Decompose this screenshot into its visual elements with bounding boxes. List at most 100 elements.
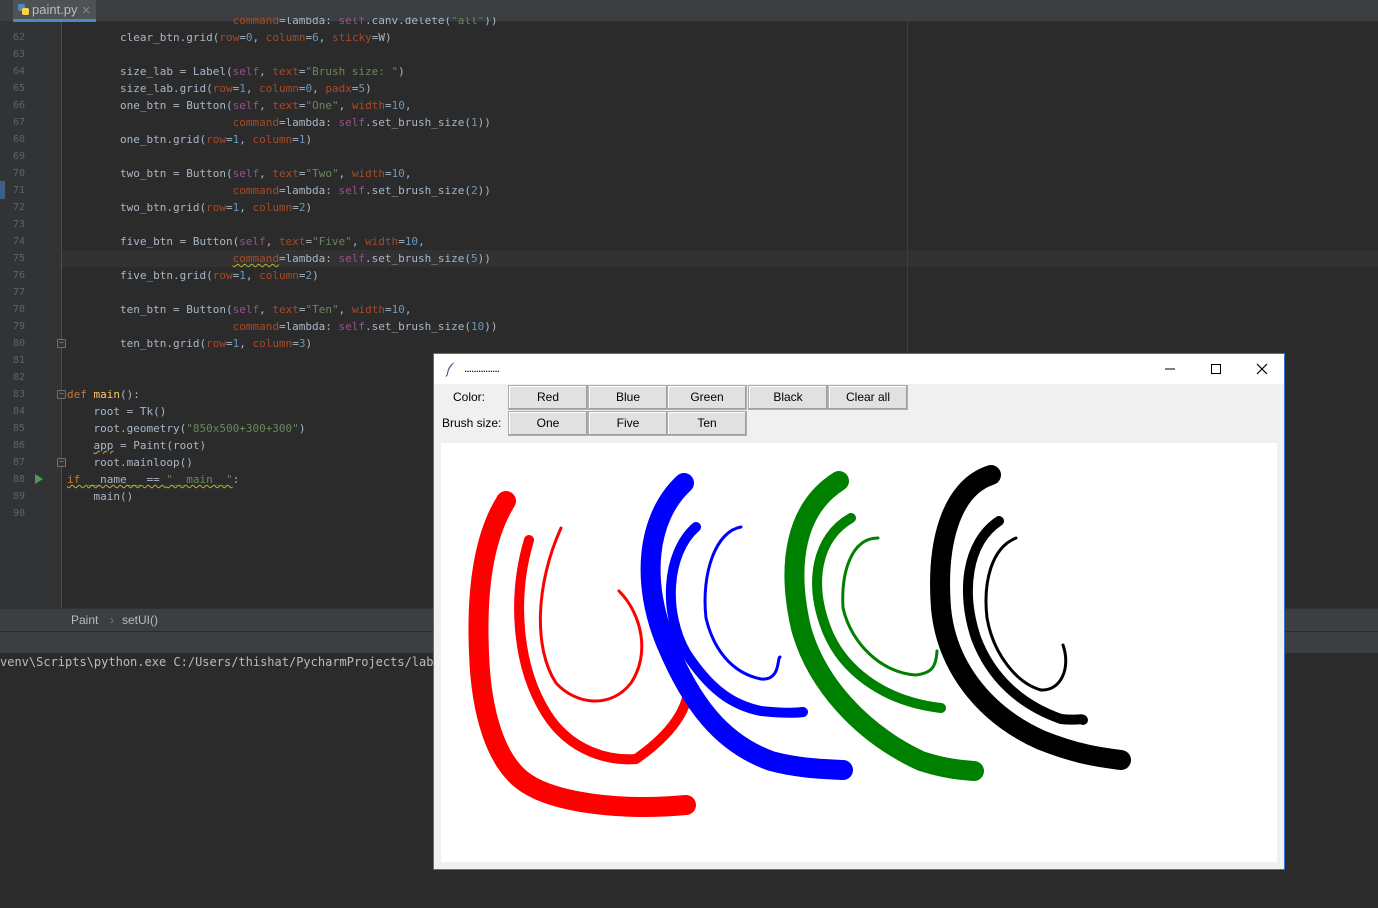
code-line[interactable]: five_btn.grid(row=1, column=2) [67, 267, 319, 284]
line-number: 89 [12, 491, 25, 502]
code-token: one_btn = Button( [67, 99, 233, 112]
code-token: = [292, 133, 299, 146]
tk-feather-icon [445, 362, 455, 377]
code-token: command [232, 320, 279, 333]
drawing-canvas[interactable] [441, 443, 1277, 862]
code-token: row [219, 31, 240, 44]
line-number: 83 [12, 389, 25, 400]
clear-all-button[interactable]: Clear all [828, 385, 908, 410]
code-token: 1 [239, 82, 246, 95]
line-number: 74 [12, 236, 25, 247]
code-token: = [292, 201, 299, 214]
code-token: , [259, 167, 273, 180]
code-line[interactable]: one_btn.grid(row=1, column=1) [67, 131, 312, 148]
code-line[interactable]: command=lambda: self.set_brush_size(5)) [67, 250, 491, 267]
code-line[interactable]: main() [67, 488, 133, 505]
code-token: text [278, 235, 306, 248]
code-token: five_btn.grid( [67, 269, 213, 282]
code-token: = [292, 337, 299, 350]
line-number: 75 [12, 253, 25, 264]
console-line: venv\Scripts\python.exe C:/Users/thishat… [0, 655, 456, 669]
code-token: "850x500+300+300" [186, 422, 299, 435]
code-token: )) [477, 116, 491, 129]
blue-button[interactable]: Blue [588, 385, 668, 410]
code-line[interactable]: command=lambda: self.set_brush_size(2)) [67, 182, 491, 199]
breadcrumb-class[interactable]: Paint [71, 613, 98, 627]
code-line[interactable]: root.mainloop() [67, 454, 193, 471]
canvas-strokes [468, 465, 1131, 817]
code-token: , [239, 133, 253, 146]
minimize-button[interactable] [1147, 354, 1193, 384]
code-line[interactable]: one_btn = Button(self, text = "One", width… [67, 97, 411, 114]
code-line[interactable]: root = Tk() [67, 403, 166, 420]
size-one-button[interactable]: One [508, 411, 588, 436]
code-line[interactable]: root.geometry("850x500+300+300") [67, 420, 305, 437]
line-number: 84 [12, 406, 25, 417]
close-icon[interactable]: ✕ [82, 5, 91, 17]
code-token: root.geometry( [67, 422, 187, 435]
black-button[interactable]: Black [748, 385, 828, 410]
line-number: 66 [12, 100, 25, 111]
fold-marker-icon[interactable]: − [57, 390, 66, 399]
fold-marker-icon[interactable]: − [57, 458, 66, 467]
green-button[interactable]: Green [667, 385, 747, 410]
minimize-icon [1165, 368, 1175, 370]
line-number: 70 [12, 168, 25, 179]
breadcrumb-method[interactable]: setUI() [122, 613, 158, 627]
run-gutter-icon[interactable] [35, 474, 43, 484]
code-line[interactable]: def main(): [67, 386, 140, 403]
code-token: command [232, 252, 279, 265]
code-token: row [206, 201, 226, 214]
maximize-icon [1211, 364, 1221, 374]
window-titlebar[interactable]: ............... [434, 354, 1284, 384]
code-token: text [272, 303, 299, 316]
code-token: )) [477, 184, 491, 197]
code-line[interactable]: ten_btn.grid(row=1, column=3) [67, 335, 312, 352]
code-token: def [67, 388, 94, 401]
code-token: self [338, 116, 366, 129]
code-token: column [265, 31, 306, 44]
code-line[interactable]: size_lab = Label(self, text="Brush size:… [67, 63, 405, 80]
code-line[interactable]: if __name__ == "__main__": [67, 471, 239, 488]
code-token: root.mainloop() [67, 456, 193, 469]
code-line[interactable]: app = Paint(root) [67, 437, 207, 454]
line-number: 88 [12, 474, 25, 485]
code-token: , [259, 303, 273, 316]
code-line[interactable]: command=lambda: self.set_brush_size(10)) [67, 318, 498, 335]
code-line[interactable]: two_btn = Button(self, text = "Two", width… [67, 165, 411, 182]
code-token: size_lab.grid( [67, 82, 213, 95]
code-line[interactable]: five_btn = Button(self, text = "Five", wid… [67, 233, 425, 250]
code-token: , [338, 99, 352, 112]
code-token: , [318, 31, 332, 44]
line-number: 64 [12, 66, 25, 77]
fold-marker-icon[interactable]: − [57, 339, 66, 348]
code-line[interactable]: two_btn.grid(row=1, column=2) [67, 199, 312, 216]
code-line[interactable]: ten_btn = Button(self, text = "Ten", width… [67, 301, 411, 318]
code-line[interactable]: command=lambda: self.set_brush_size(1)) [67, 114, 491, 131]
code-token: if [67, 473, 87, 486]
code-token: = [225, 337, 233, 350]
code-line[interactable]: clear_btn.grid(row=0, column=6, sticky=W… [67, 29, 392, 46]
code-token: , [239, 201, 253, 214]
red-button[interactable]: Red [508, 385, 588, 410]
code-token: row [212, 82, 233, 95]
code-token: command [232, 184, 279, 197]
code-token: , [245, 269, 260, 282]
code-token: ) [305, 337, 313, 350]
code-token: 2 [471, 184, 478, 197]
red-stroke-thin [538, 526, 644, 703]
code-token: column [259, 82, 299, 95]
code-token: = [384, 167, 392, 180]
maximize-button[interactable] [1193, 354, 1239, 384]
code-token: , [338, 167, 352, 180]
code-token: __name__ == [86, 473, 167, 486]
code-line[interactable]: size_lab.grid(row=1, column=0, padx=5) [67, 80, 372, 97]
code-token: row [212, 269, 233, 282]
tab-label: paint.py [32, 2, 78, 17]
size-five-button[interactable]: Five [588, 411, 668, 436]
size-ten-button[interactable]: Ten [667, 411, 747, 436]
code-token: padx [325, 82, 352, 95]
close-button[interactable] [1239, 354, 1285, 384]
code-token: ) [365, 82, 372, 95]
python-file-icon [18, 4, 29, 15]
